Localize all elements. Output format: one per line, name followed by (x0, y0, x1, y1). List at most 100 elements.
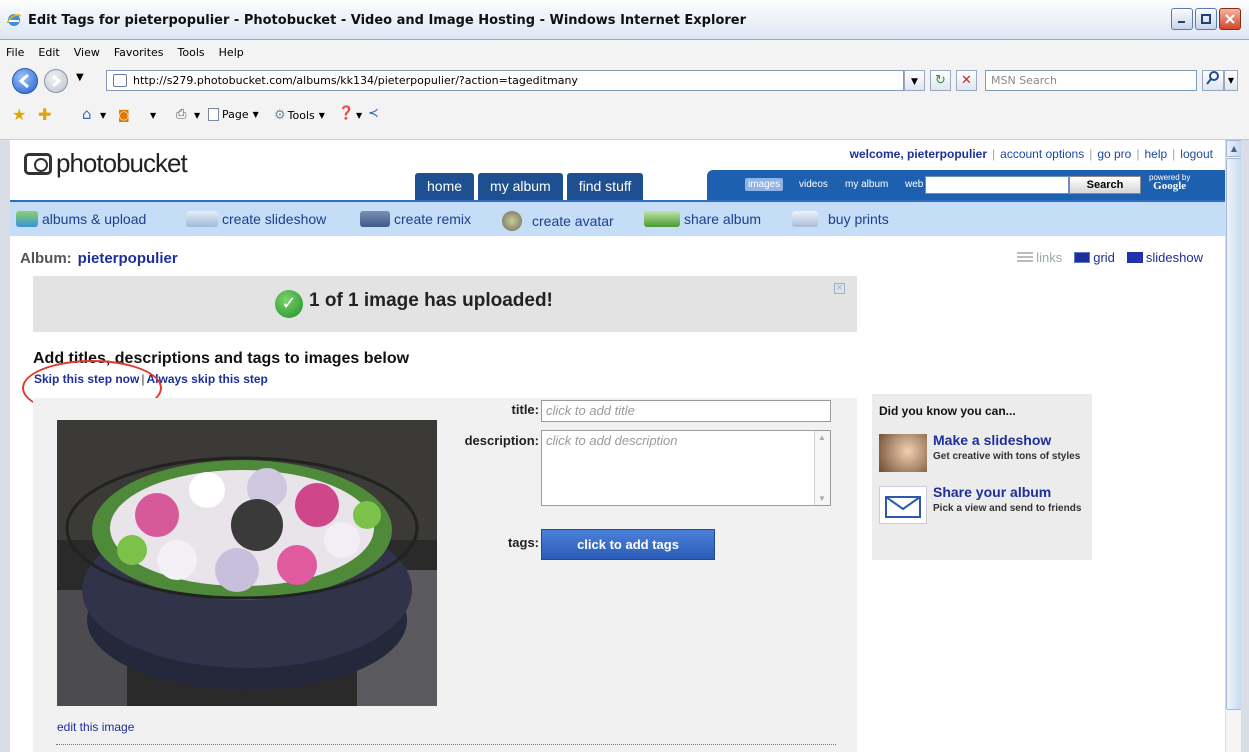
page-menu-label: Page (222, 108, 249, 121)
description-placeholder: click to add description (546, 433, 678, 448)
textarea-scrollbar[interactable]: ▲ ▼ (814, 431, 830, 505)
favorites-star-icon[interactable]: ★ (12, 105, 26, 124)
slideshow-thumbnail[interactable] (879, 434, 927, 472)
dropdown-icon[interactable]: ▼ (356, 111, 362, 120)
scrollbar-thumb[interactable] (1226, 158, 1242, 710)
print-icon[interactable]: ⎙ (176, 107, 186, 122)
make-slideshow-link[interactable]: Make a slideshow (933, 432, 1051, 448)
msn-search-input[interactable]: MSN Search (985, 70, 1197, 91)
welcome-user-link[interactable]: welcome, pieterpopulier (850, 147, 987, 161)
research-icon[interactable]: ≺ (368, 106, 379, 121)
tab-find-stuff[interactable]: find stuff (566, 173, 644, 200)
maximize-button[interactable] (1195, 8, 1217, 30)
site-search-input[interactable] (925, 176, 1069, 194)
dropdown-icon[interactable]: ▼ (194, 111, 200, 120)
upload-icon (16, 211, 38, 227)
go-pro-link[interactable]: go pro (1097, 147, 1131, 161)
share-your-album-link[interactable]: Share your album (933, 484, 1051, 500)
left-frame (0, 140, 10, 752)
view-links[interactable]: links (1017, 250, 1062, 265)
grid-view-label: grid (1093, 250, 1115, 265)
create-avatar-link[interactable]: create avatar (502, 211, 614, 231)
scroll-up-icon: ▲ (818, 433, 826, 442)
description-textarea[interactable]: click to add description ▲ ▼ (541, 430, 831, 506)
create-slideshow-link[interactable]: create slideshow (186, 211, 326, 227)
forward-arrow-icon (52, 74, 62, 88)
help-link[interactable]: help (1144, 147, 1167, 161)
refresh-icon: ↻ (935, 73, 946, 88)
prints-icon (792, 211, 818, 227)
buy-prints-label: buy prints (828, 211, 889, 227)
close-banner-icon[interactable]: × (834, 283, 845, 294)
help-icon[interactable]: ❓ (338, 106, 354, 121)
stop-button[interactable]: ✕ (956, 70, 977, 91)
links-view-label: links (1036, 250, 1063, 265)
menu-help[interactable]: Help (219, 46, 244, 59)
address-url: http://s279.photobucket.com/albums/kk134… (133, 74, 578, 87)
tab-my-album[interactable]: my album (478, 173, 563, 200)
tags-label: tags: (507, 535, 539, 550)
menu-edit[interactable]: Edit (38, 46, 59, 59)
create-remix-link[interactable]: create remix (360, 211, 471, 227)
search-options-button[interactable]: ▼ (1224, 70, 1238, 91)
logout-link[interactable]: logout (1180, 147, 1213, 161)
checkmark-icon: ✓ (275, 290, 303, 318)
page-scrollbar[interactable]: ▲ (1225, 140, 1242, 752)
page-favicon-icon (113, 74, 127, 87)
tools-menu[interactable]: ⚙ Tools ▼ (274, 108, 325, 123)
page-menu[interactable]: Page ▼ (208, 108, 259, 121)
edit-image-link[interactable]: edit this image (57, 720, 134, 734)
share-album-thumbnail[interactable] (879, 486, 927, 524)
tab-home[interactable]: home (415, 173, 475, 200)
history-dropdown-icon[interactable]: ▼ (76, 72, 84, 83)
uploaded-photo[interactable] (57, 420, 437, 706)
scroll-up-button[interactable]: ▲ (1226, 140, 1242, 157)
feeds-icon[interactable]: ◙ (118, 108, 130, 122)
buy-prints-link[interactable]: buy prints (792, 211, 889, 227)
maximize-icon (1201, 14, 1211, 24)
share-album-link[interactable]: share album (644, 211, 761, 227)
home-icon[interactable]: ⌂ (82, 105, 92, 123)
view-grid[interactable]: grid (1074, 250, 1115, 265)
page-icon (208, 108, 219, 121)
search-option-videos[interactable]: videos (799, 179, 828, 190)
title-input[interactable]: click to add title (541, 400, 831, 422)
add-tags-button[interactable]: click to add tags (541, 529, 715, 560)
menu-file[interactable]: File (6, 46, 24, 59)
minimize-button[interactable] (1171, 8, 1193, 30)
back-button[interactable] (12, 68, 38, 94)
always-skip-link[interactable]: Always skip this step (146, 372, 267, 386)
search-option-images[interactable]: images (745, 178, 784, 191)
menu-tools[interactable]: Tools (178, 46, 205, 59)
ie-logo-icon (6, 14, 22, 26)
site-search-button[interactable]: Search (1069, 176, 1141, 194)
command-bar: ★ ✚ ⌂ ▼ ◙ ▼ ⎙ ▼ Page ▼ ⚙ Tools ▼ ❓ ▼ ≺ (0, 96, 1249, 140)
search-button[interactable] (1202, 70, 1224, 91)
upload-success-message: 1 of 1 image has uploaded! (309, 290, 553, 311)
album-name-link[interactable]: pieterpopulier (78, 250, 178, 267)
did-you-know-heading: Did you know you can... (879, 404, 1016, 418)
address-dropdown-button[interactable]: ▼ (904, 70, 925, 91)
create-slideshow-label: create slideshow (222, 211, 327, 227)
close-button[interactable] (1219, 8, 1241, 30)
photobucket-logo[interactable]: photobucket (24, 148, 188, 179)
view-options: links grid slideshow (1005, 250, 1203, 265)
page-content: photobucket welcome, pieterpopulier | acco… (10, 140, 1225, 752)
dropdown-icon[interactable]: ▼ (100, 111, 106, 120)
view-slideshow[interactable]: slideshow (1126, 250, 1203, 265)
menu-view[interactable]: View (74, 46, 100, 59)
albums-upload-link[interactable]: albums & upload (16, 211, 146, 227)
gear-icon: ⚙ (274, 108, 286, 123)
dropdown-icon[interactable]: ▼ (150, 111, 156, 120)
powered-by-google: powered by Google (1149, 173, 1190, 192)
logo-text: photobucket (56, 148, 188, 178)
search-option-web[interactable]: web (905, 179, 923, 190)
dropdown-icon: ▼ (911, 77, 918, 87)
address-input[interactable]: http://s279.photobucket.com/albums/kk134… (106, 70, 904, 91)
account-options-link[interactable]: account options (1000, 147, 1084, 161)
forward-button[interactable] (44, 69, 68, 93)
search-option-my-album[interactable]: my album (845, 179, 888, 190)
add-favorites-icon[interactable]: ✚ (38, 105, 51, 124)
menu-favorites[interactable]: Favorites (114, 46, 164, 59)
refresh-button[interactable]: ↻ (930, 70, 951, 91)
